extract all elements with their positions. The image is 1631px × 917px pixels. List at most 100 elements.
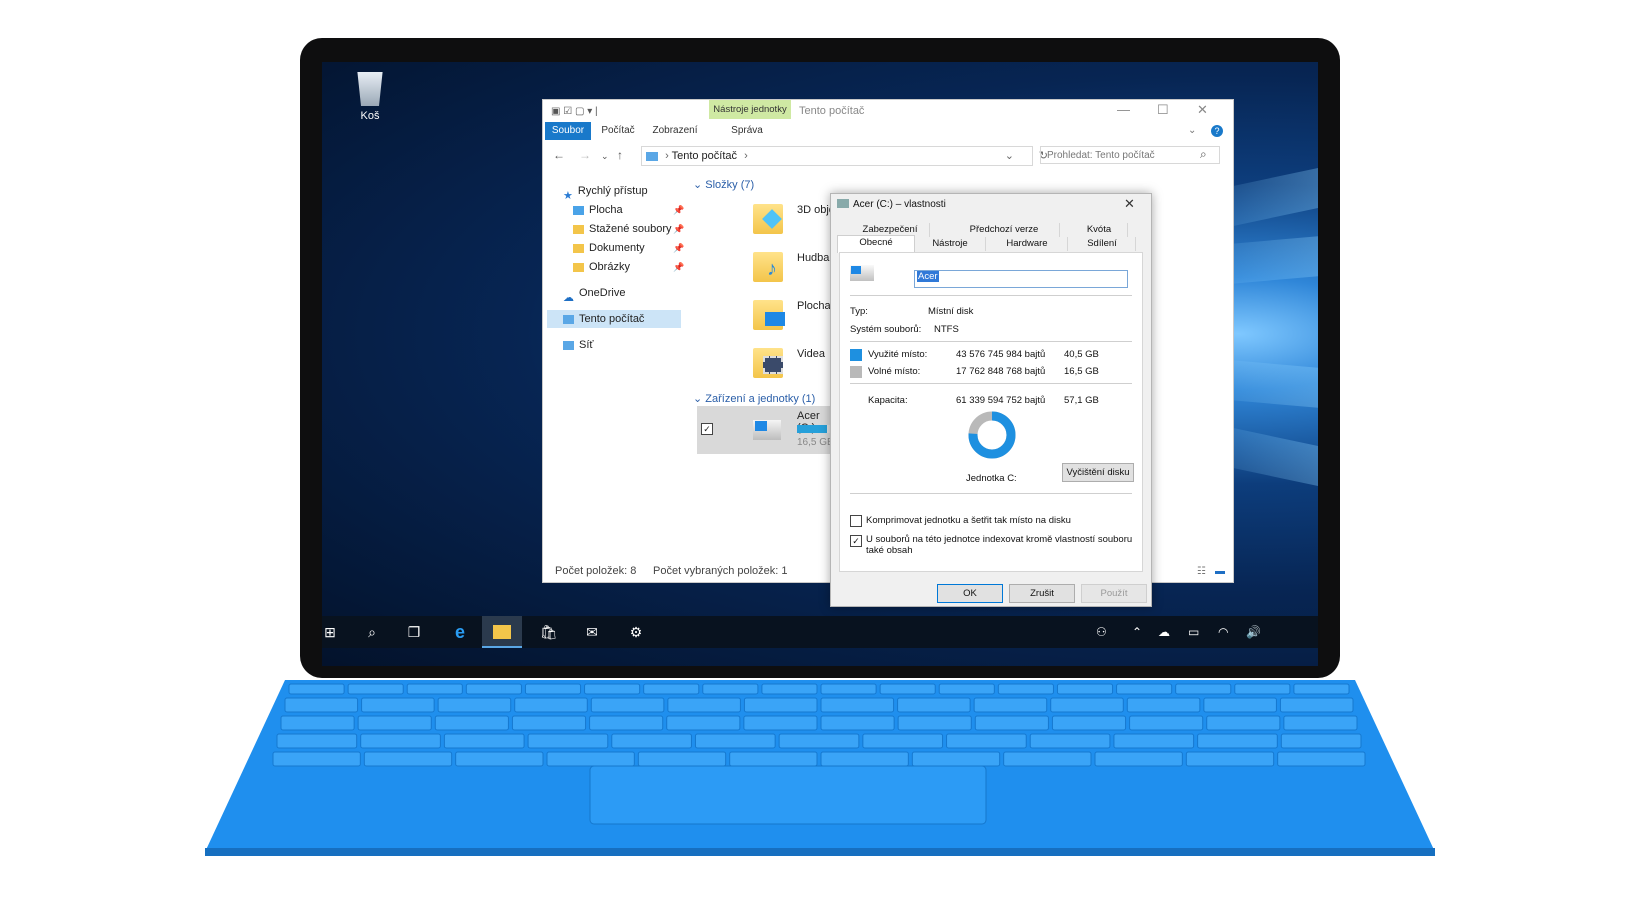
tab-soubor[interactable]: Soubor bbox=[545, 122, 591, 140]
drive-usage-fill bbox=[797, 425, 828, 433]
ok-button[interactable]: OK bbox=[937, 584, 1003, 603]
drive-properties-dialog[interactable]: Acer (C:) – vlastnosti ✕ Zabezpečení Pře… bbox=[830, 193, 1152, 607]
search-icon[interactable]: ⌕ bbox=[1200, 147, 1207, 162]
free-space-swatch bbox=[850, 366, 862, 378]
task-view-icon[interactable]: ❐ bbox=[406, 624, 422, 640]
folder-icon bbox=[573, 205, 584, 215]
start-windows-icon[interactable]: ⊞ bbox=[322, 624, 338, 640]
volume-icon[interactable]: 🔊 bbox=[1246, 625, 1261, 639]
index-checkbox[interactable]: ✓ bbox=[850, 535, 862, 547]
apply-button[interactable]: Použít bbox=[1081, 584, 1147, 603]
nav-item-obrazky[interactable]: Obrázky 📌 bbox=[573, 258, 684, 276]
folder-videos[interactable] bbox=[753, 342, 787, 378]
keyboard-key bbox=[938, 683, 995, 695]
keyboard-key bbox=[276, 733, 358, 749]
settings-gear-icon[interactable]: ⚙ bbox=[628, 624, 644, 640]
keyboard-key bbox=[272, 751, 361, 767]
keyboard-key bbox=[702, 683, 759, 695]
star-icon: ★ bbox=[563, 189, 573, 202]
section-folders[interactable]: ⌄ Složky (7) bbox=[693, 178, 754, 191]
drive-c-tile[interactable]: ✓ Acer (C:) 16,5 GB v bbox=[697, 406, 841, 454]
chevron-up-icon[interactable]: ⌃ bbox=[1132, 625, 1142, 639]
drive-icon bbox=[753, 420, 781, 440]
people-icon[interactable]: ⚇ bbox=[1096, 625, 1107, 639]
nav-item-tento-pocitac[interactable]: Tento počítač bbox=[547, 310, 681, 328]
keyboard-key bbox=[946, 733, 1027, 749]
index-label-line2: také obsah bbox=[866, 545, 913, 556]
cancel-button[interactable]: Zrušit bbox=[1009, 584, 1075, 603]
folder-label[interactable]: Plocha bbox=[797, 300, 831, 312]
maximize-button[interactable]: ☐ bbox=[1157, 102, 1169, 118]
keyboard-key bbox=[1280, 733, 1362, 749]
address-dropdown-icon[interactable]: ⌄ bbox=[1005, 147, 1014, 165]
recent-locations-icon[interactable]: ⌄ bbox=[601, 151, 609, 162]
edge-browser-icon[interactable]: e bbox=[452, 623, 468, 641]
recycle-bin-shortcut[interactable]: Koš bbox=[340, 72, 400, 122]
keyboard-key bbox=[1094, 751, 1183, 767]
nav-item-quick-access[interactable]: ★ Rychlý přístup bbox=[563, 182, 648, 202]
keyboard-key bbox=[363, 751, 453, 767]
tab-sprava[interactable]: Správa bbox=[715, 122, 779, 140]
tab-kvota[interactable]: Kvóta bbox=[1071, 223, 1128, 237]
tiles-view-icon[interactable]: ▬ bbox=[1215, 566, 1225, 577]
store-icon[interactable]: 🛍 bbox=[540, 624, 558, 640]
nav-item-stazene-soubory[interactable]: Stažené soubory 📌 bbox=[573, 220, 684, 238]
search-input[interactable]: Prohledat: Tento počítač bbox=[1040, 146, 1220, 164]
tab-zobrazeni[interactable]: Zobrazení bbox=[647, 122, 703, 140]
nav-item-sit[interactable]: Síť bbox=[563, 336, 594, 354]
nav-item-onedrive[interactable]: ☁ OneDrive bbox=[563, 284, 625, 304]
mail-icon[interactable]: ✉ bbox=[584, 624, 600, 640]
index-label-line1: U souborů na této jednotce indexovat kro… bbox=[866, 534, 1133, 545]
ribbon-expand-icon[interactable]: ⌄ bbox=[1188, 125, 1196, 136]
breadcrumb-current[interactable]: Tento počítač bbox=[672, 150, 737, 162]
forward-button[interactable]: → bbox=[579, 148, 591, 162]
nav-item-plocha[interactable]: Plocha 📌 bbox=[573, 201, 684, 219]
keyboard-key bbox=[589, 715, 664, 731]
tab-sdileni[interactable]: Sdílení bbox=[1069, 237, 1136, 251]
drive-select-checkbox[interactable]: ✓ bbox=[701, 423, 713, 435]
drive-name-caption: Jednotka C: bbox=[966, 473, 1017, 484]
tab-pocitac[interactable]: Počítač bbox=[595, 122, 641, 140]
address-bar[interactable]: › Tento počítač › ⌄ ↻ bbox=[641, 146, 1048, 166]
folder-label[interactable]: Hudba bbox=[797, 252, 829, 264]
minimize-button[interactable]: — bbox=[1117, 102, 1130, 117]
close-button[interactable]: ✕ bbox=[1124, 196, 1135, 212]
section-devices[interactable]: ⌄ Zařízení a jednotky (1) bbox=[693, 392, 815, 405]
tab-obecne[interactable]: Obecné bbox=[837, 235, 915, 253]
onedrive-cloud-icon[interactable]: ☁ bbox=[1158, 625, 1170, 639]
folder-music[interactable]: ♪ bbox=[753, 246, 787, 282]
folder-3d-objects[interactable] bbox=[753, 198, 787, 234]
keyboard-key bbox=[455, 751, 544, 767]
folder-label[interactable]: Videa bbox=[797, 348, 825, 360]
pin-icon[interactable]: 📌 bbox=[673, 220, 692, 238]
file-explorer-taskbar-button[interactable] bbox=[482, 616, 522, 648]
close-button[interactable]: ✕ bbox=[1197, 102, 1208, 118]
separator bbox=[850, 383, 1132, 384]
disk-cleanup-button[interactable]: Vyčištění disku bbox=[1062, 463, 1134, 482]
nav-item-dokumenty[interactable]: Dokumenty 📌 bbox=[573, 239, 684, 257]
tab-nastroje[interactable]: Nástroje bbox=[915, 237, 986, 251]
separator bbox=[850, 295, 1132, 296]
tab-hardware[interactable]: Hardware bbox=[987, 237, 1068, 251]
keyboard-key bbox=[527, 733, 609, 749]
search-icon[interactable]: ⌕ bbox=[364, 624, 380, 640]
status-item-count: Počet položek: 8 bbox=[555, 565, 637, 577]
taskbar[interactable]: ⊞ ⌕ ❐ e 🛍 ✉ ⚙ ⚇ ⌃ ☁ ▭ ◠ 🔊 bbox=[322, 616, 1318, 648]
details-view-icon[interactable]: ☷ bbox=[1197, 566, 1206, 577]
drive-name-input[interactable]: Acer bbox=[914, 270, 1128, 288]
keyboard-key bbox=[667, 697, 741, 713]
battery-icon[interactable]: ▭ bbox=[1188, 625, 1199, 639]
quick-access-toolbar[interactable]: ▣ ☑ ▢ ▾ | bbox=[551, 106, 598, 117]
keyboard-edge bbox=[205, 848, 1435, 856]
navigation-pane[interactable]: ★ Rychlý přístup Plocha 📌 Stažené soubory 📌… bbox=[543, 176, 684, 566]
help-icon[interactable]: ? bbox=[1211, 125, 1223, 137]
back-button[interactable]: ← bbox=[553, 148, 565, 162]
tab-predchozi-verze[interactable]: Předchozí verze bbox=[949, 223, 1060, 237]
capacity-label: Kapacita: bbox=[868, 395, 908, 406]
compress-checkbox[interactable] bbox=[850, 515, 862, 527]
wifi-icon[interactable]: ◠ bbox=[1218, 625, 1228, 639]
folder-desktop[interactable] bbox=[753, 294, 787, 330]
up-button[interactable]: ↑ bbox=[617, 148, 623, 162]
keyboard-key bbox=[1126, 697, 1201, 713]
keyboard-key bbox=[911, 751, 1001, 767]
